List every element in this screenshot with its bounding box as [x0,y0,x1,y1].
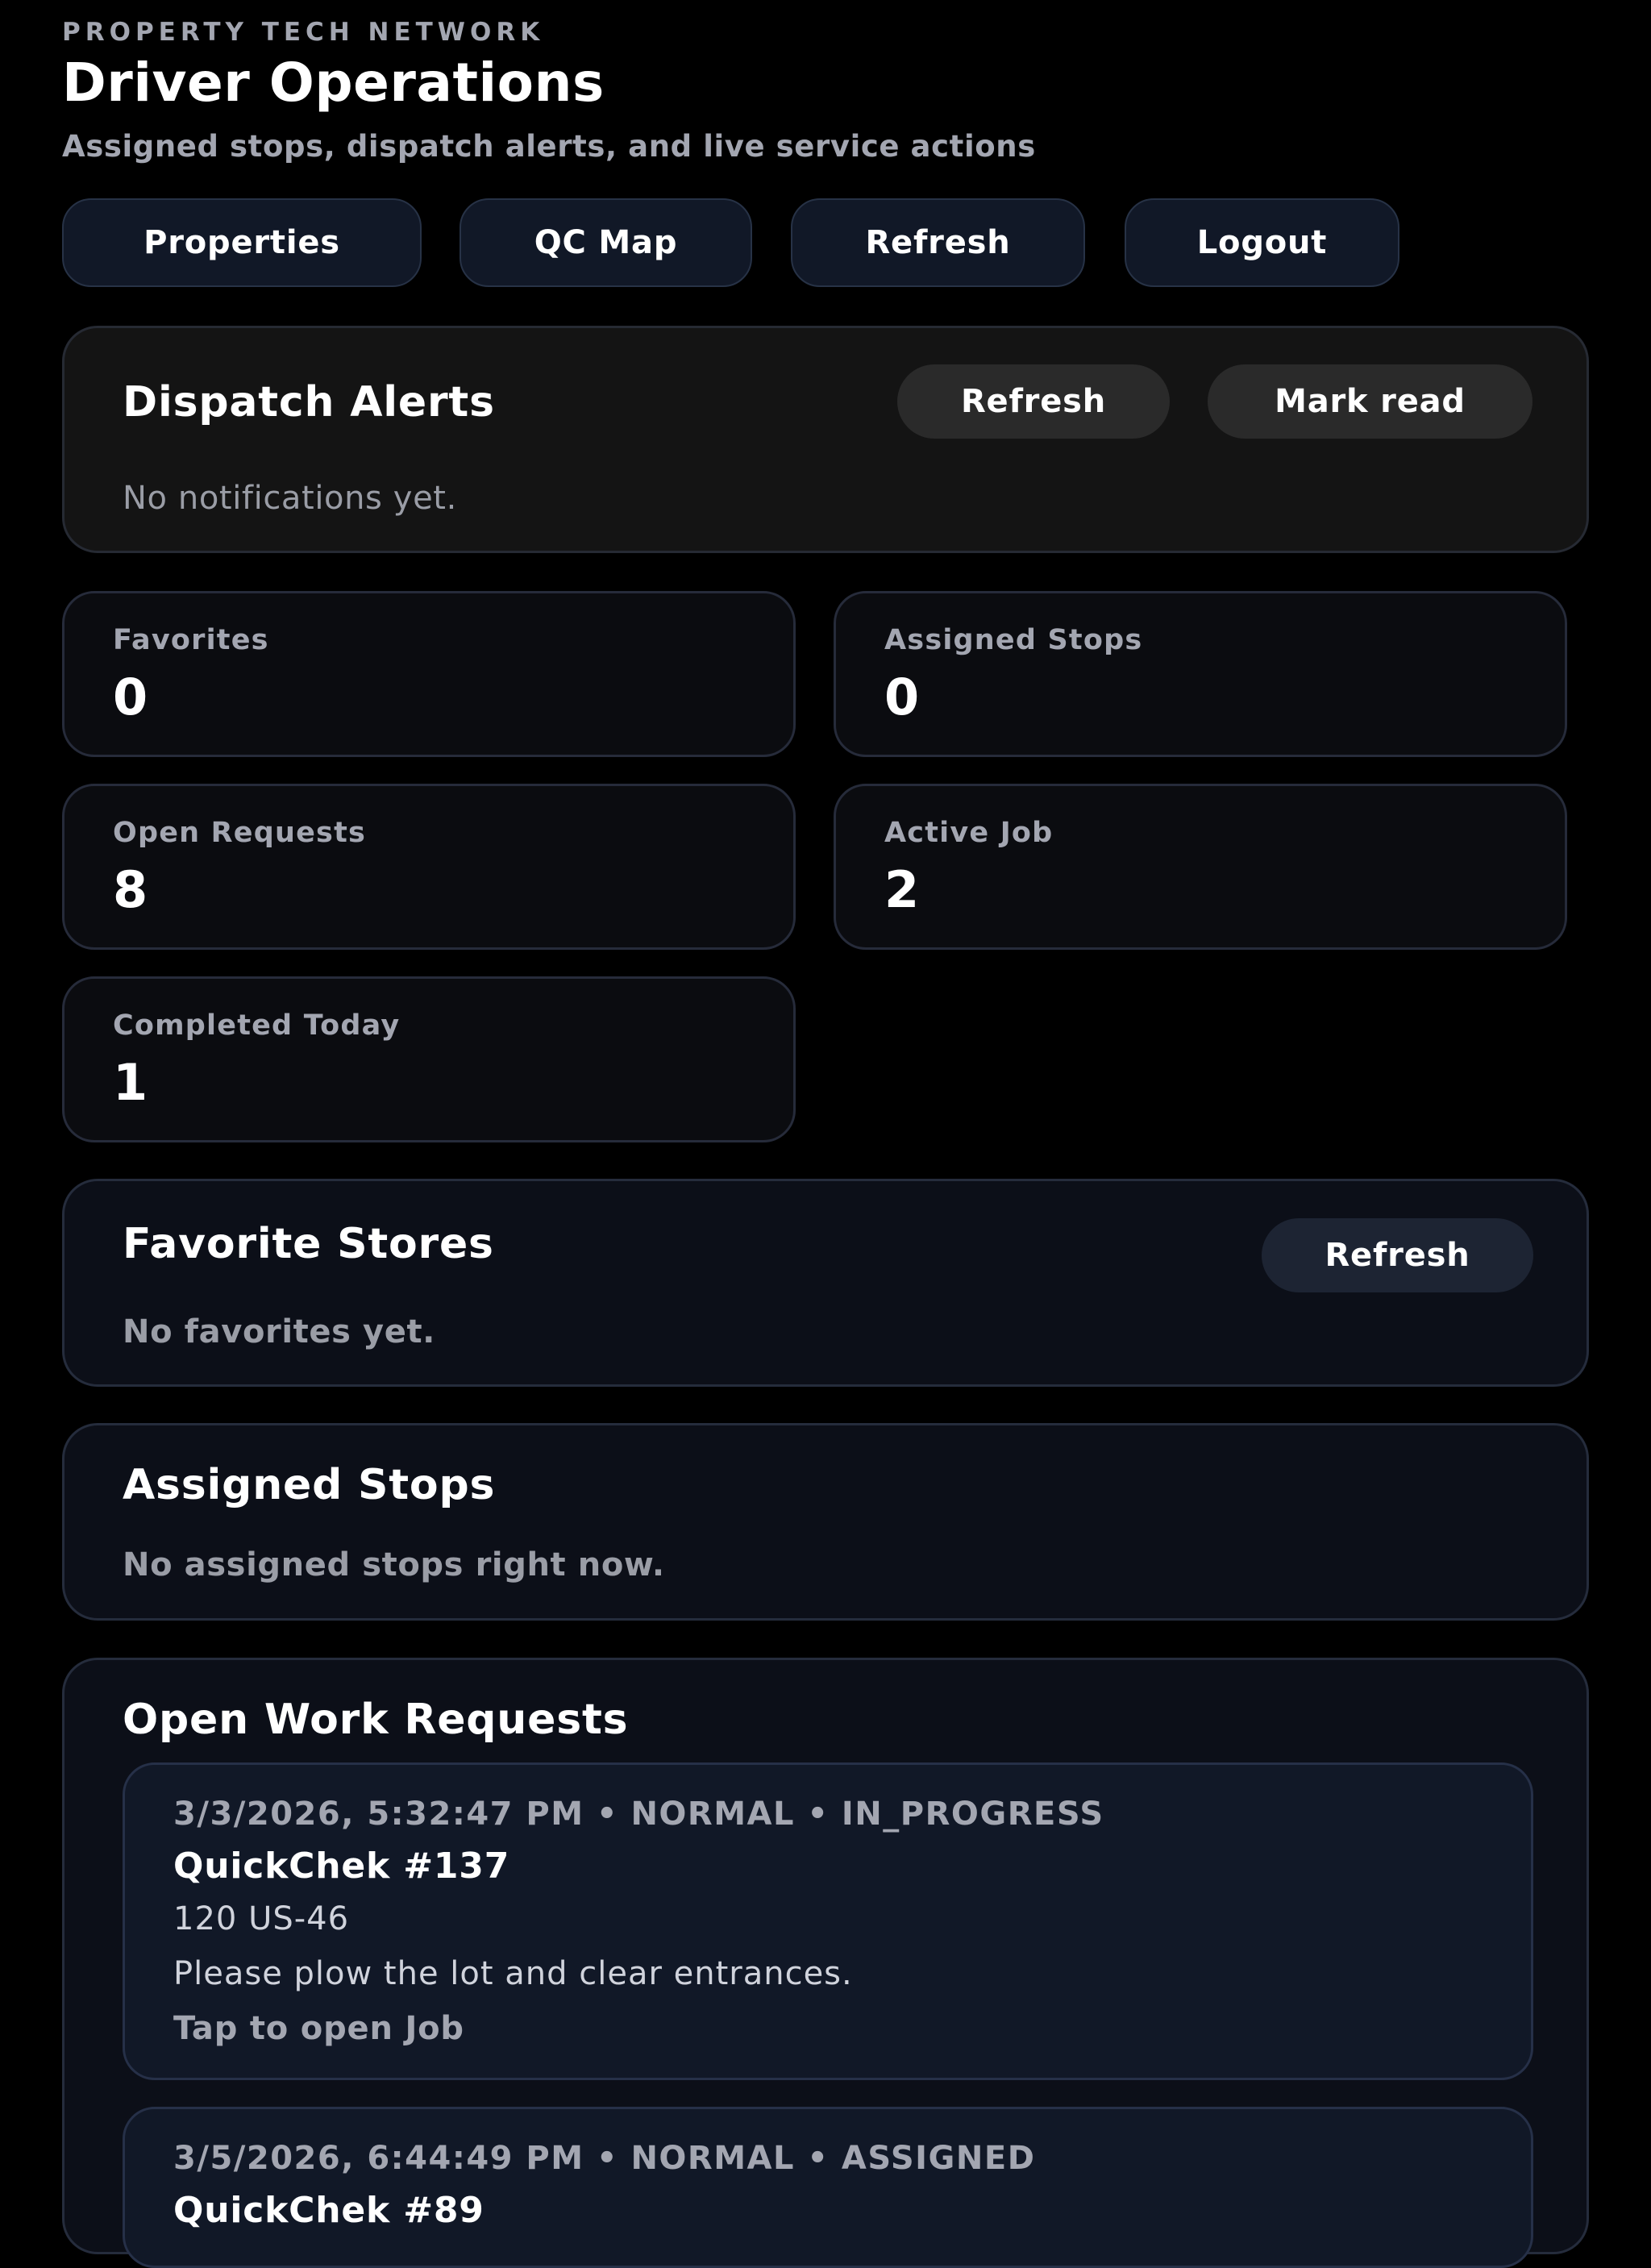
favorites-empty-text: No favorites yet. [123,1313,435,1350]
page-subtitle: Assigned stops, dispatch alerts, and liv… [62,129,1036,164]
assigned-stops-card: Assigned Stops No assigned stops right n… [62,1423,1589,1621]
favorite-stores-card: Favorite Stores Refresh No favorites yet… [62,1179,1589,1387]
request-store-name: QuickChek #89 [173,2190,484,2231]
stat-value: 2 [884,860,920,919]
stat-assigned-stops: Assigned Stops 0 [834,591,1567,757]
open-work-requests-title: Open Work Requests [123,1696,629,1744]
assigned-stops-title: Assigned Stops [123,1461,496,1509]
properties-button[interactable]: Properties [62,198,422,287]
request-meta: 3/3/2026, 5:32:47 PM • NORMAL • IN_PROGR… [173,1796,1104,1833]
favorites-refresh-button[interactable]: Refresh [1262,1218,1533,1292]
stat-value: 0 [884,668,920,726]
alerts-refresh-button[interactable]: Refresh [897,364,1170,439]
open-work-requests-card: Open Work Requests 3/3/2026, 5:32:47 PM … [62,1658,1589,2268]
stat-favorites: Favorites 0 [62,591,796,757]
work-request-item[interactable]: 3/5/2026, 6:44:49 PM • NORMAL • ASSIGNED… [123,2107,1533,2268]
qc-map-button[interactable]: QC Map [460,198,752,287]
work-request-item[interactable]: 3/3/2026, 5:32:47 PM • NORMAL • IN_PROGR… [123,1762,1533,2080]
open-job-link[interactable]: Tap to open Job [173,2010,464,2047]
stat-completed-today: Completed Today 1 [62,976,796,1142]
mark-read-button[interactable]: Mark read [1208,364,1532,439]
request-note: Please plow the lot and clear entrances. [173,1955,853,1992]
stat-label: Favorites [113,624,269,656]
stat-label: Completed Today [113,1009,401,1042]
network-eyebrow: PROPERTY TECH NETWORK [62,18,545,47]
assigned-stops-empty-text: No assigned stops right now. [123,1546,665,1583]
dispatch-alerts-card: Dispatch Alerts Refresh Mark read No not… [62,326,1589,553]
request-store-name: QuickChek #137 [173,1846,510,1887]
request-meta: 3/5/2026, 6:44:49 PM • NORMAL • ASSIGNED [173,2140,1036,2177]
request-address: 120 US-46 [173,1900,350,1937]
stat-label: Assigned Stops [884,624,1143,656]
stat-label: Open Requests [113,817,367,849]
stat-value: 0 [113,668,148,726]
stat-value: 1 [113,1053,148,1112]
stat-value: 8 [113,860,148,919]
refresh-button[interactable]: Refresh [791,198,1085,287]
dispatch-alerts-title: Dispatch Alerts [123,378,495,427]
stat-active-job: Active Job 2 [834,784,1567,950]
alerts-empty-text: No notifications yet. [123,480,457,517]
stat-open-requests: Open Requests 8 [62,784,796,950]
stat-label: Active Job [884,817,1054,849]
page-title: Driver Operations [62,52,605,114]
logout-button[interactable]: Logout [1125,198,1399,287]
favorite-stores-title: Favorite Stores [123,1220,494,1268]
